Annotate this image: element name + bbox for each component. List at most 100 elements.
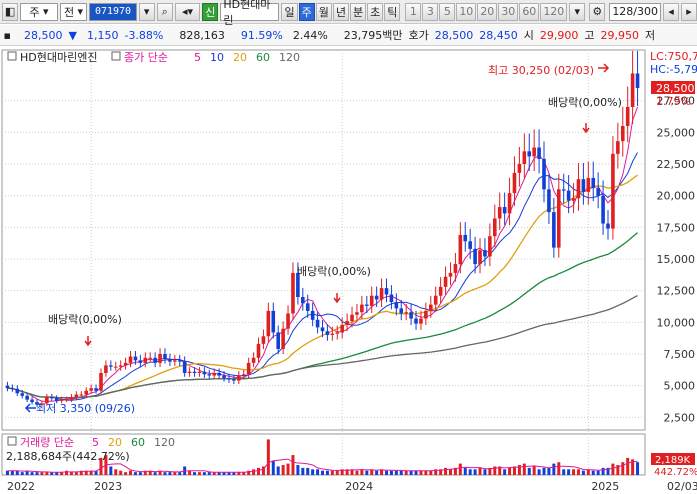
- change-percent: -3.88%: [124, 28, 164, 42]
- candle-body-10: [54, 398, 59, 401]
- volume-bar-108: [537, 469, 541, 475]
- volume-bar-63: [316, 469, 320, 475]
- candle-body-37: [187, 371, 192, 373]
- volume-legend-ma-60: 60: [131, 436, 145, 449]
- chart-menu-icon[interactable]: ◧: [2, 2, 19, 21]
- volume-bar-3: [20, 472, 24, 475]
- candle-body-11: [59, 399, 64, 401]
- interval-button-5[interactable]: 5: [439, 2, 456, 21]
- high-annotation: 최고 30,250 (02/03): [488, 64, 594, 77]
- next-arrow-icon[interactable]: ▸: [681, 2, 697, 21]
- volume-last-label: 2,189K: [655, 455, 691, 466]
- period-tab-0[interactable]: 일: [281, 2, 298, 21]
- settings-icon[interactable]: ⚙: [589, 2, 606, 21]
- candle-body-42: [212, 373, 217, 376]
- candle-body-92: [458, 234, 463, 265]
- candle-body-57: [286, 313, 290, 329]
- volume-bar-5: [30, 472, 34, 475]
- volume-bar-90: [448, 469, 452, 475]
- volume-bar-37: [188, 470, 192, 475]
- period-tab-2[interactable]: 월: [315, 2, 332, 21]
- volume-bar-14: [74, 472, 78, 475]
- y-tick-label-6: 17,500: [657, 221, 696, 234]
- period-select[interactable]: 전 ▾: [59, 2, 88, 21]
- high-label: 고: [584, 29, 595, 42]
- volume-bar-1: [10, 470, 14, 475]
- volume-bar-79: [394, 470, 398, 475]
- volume-bar-125: [621, 462, 625, 475]
- candle-body-87: [433, 295, 438, 305]
- candle-body-34: [173, 360, 177, 362]
- candle-body-35: [177, 360, 182, 362]
- volume-bar-112: [557, 462, 561, 475]
- y-tick-label-7: 20,000: [657, 190, 696, 203]
- prev-arrow-icon[interactable]: ◂: [663, 2, 680, 21]
- last-price-label: 28,500: [656, 82, 695, 95]
- code-dropdown-icon[interactable]: ▾: [138, 2, 155, 21]
- volume-bar-115: [572, 469, 576, 475]
- y-tick-label-3: 10,000: [657, 316, 696, 329]
- volume-bar-39: [197, 472, 201, 475]
- period-tab-4[interactable]: 분: [349, 2, 367, 21]
- legend-ma-10: 10: [210, 51, 224, 64]
- candle-body-14: [74, 394, 79, 398]
- interval-button-3[interactable]: 3: [422, 2, 439, 21]
- bid-label: 호가: [408, 29, 429, 42]
- candle-body-36: [182, 361, 187, 373]
- low-annotation: 최저 3,350 (09/26): [36, 402, 135, 415]
- candle-body-29: [148, 357, 153, 359]
- volume-bar-55: [276, 466, 280, 475]
- sound-icon[interactable]: ◂▾: [174, 2, 201, 21]
- interval-buttons: 1 3 5 10 20 30 60 120: [405, 2, 568, 21]
- candle-body-17: [89, 388, 93, 391]
- volume-bar-53: [266, 439, 270, 475]
- interval-dropdown-icon[interactable]: ▾: [569, 2, 586, 21]
- interval-button-10[interactable]: 10: [456, 2, 477, 21]
- candle-body-4: [25, 395, 29, 400]
- interval-button-20[interactable]: 20: [477, 2, 498, 21]
- volume-bar-60: [301, 467, 305, 475]
- candle-body-108: [537, 147, 541, 159]
- candle-body-19: [99, 373, 103, 391]
- market-select[interactable]: 주 ▾: [20, 2, 58, 21]
- volume-bar-110: [547, 467, 551, 475]
- candle-body-85: [424, 310, 428, 319]
- ask-price: 28,500: [434, 28, 474, 42]
- volume-bar-111: [552, 463, 556, 475]
- volume-bar-123: [611, 463, 615, 475]
- price-chart[interactable]: 2,500 5,000 7,500 10,000 12,500 15,000 17,500 2…: [0, 48, 697, 494]
- quote-tag-icon: ▪: [0, 28, 11, 42]
- volume-bar-77: [384, 470, 388, 475]
- interval-button-120[interactable]: 120: [540, 2, 568, 21]
- interval-button-60[interactable]: 60: [519, 2, 540, 21]
- high-price: 29,950: [600, 28, 640, 42]
- period-tab-5[interactable]: 초: [367, 2, 384, 21]
- period-tabs: 일주월년분초틱: [281, 2, 401, 21]
- credit-badge[interactable]: 신: [202, 2, 219, 21]
- interval-button-1[interactable]: 1: [405, 2, 422, 21]
- candle-body-60: [301, 297, 305, 304]
- candle-body-124: [616, 141, 620, 154]
- candle-body-116: [576, 179, 581, 199]
- candle-body-16: [84, 390, 89, 395]
- interval-button-30[interactable]: 30: [498, 2, 519, 21]
- search-icon[interactable]: ⌕: [156, 2, 173, 21]
- period-tab-3[interactable]: 년: [332, 2, 349, 21]
- candle-body-97: [483, 250, 487, 257]
- legend-ma-type: 종가 단순: [124, 51, 168, 64]
- period-tab-6[interactable]: 틱: [384, 2, 401, 21]
- volume-value-label: 2,188,684주(442.72%): [6, 450, 130, 463]
- open-label: 시: [523, 29, 534, 42]
- candle-body-99: [492, 218, 497, 237]
- candle-body-49: [246, 362, 251, 375]
- volume-bar-22: [114, 469, 118, 475]
- y-tick-label-9: 25,000: [657, 126, 696, 139]
- volume-bar-62: [311, 469, 315, 475]
- legend-ma-20: 20: [233, 51, 247, 64]
- candle-body-91: [453, 264, 458, 273]
- candle-body-50: [251, 357, 256, 363]
- stock-code-input[interactable]: 071970: [89, 2, 137, 21]
- volume-bar-81: [404, 470, 408, 475]
- period-tab-1[interactable]: 주: [298, 2, 315, 21]
- volume-bar-65: [325, 470, 329, 475]
